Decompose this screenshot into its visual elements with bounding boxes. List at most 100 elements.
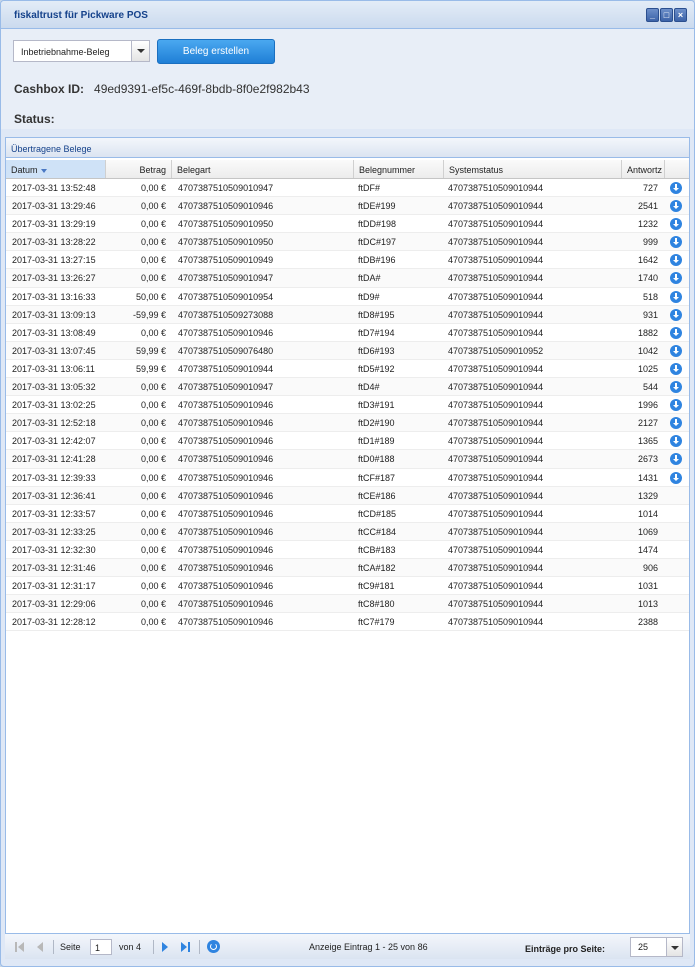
window-controls: _ □ × (646, 8, 687, 22)
close-icon[interactable]: × (674, 8, 687, 22)
cell-type: 4707387510509076480 (178, 345, 274, 356)
cell-type: 4707387510509010946 (178, 526, 274, 537)
table-row[interactable]: 2017-03-31 12:41:28 0,00 € 470738751050901… (6, 450, 689, 469)
download-icon[interactable] (670, 381, 682, 394)
cell-amount: 0,00 € (140, 436, 166, 447)
refresh-icon[interactable] (207, 940, 220, 953)
cell-type: 4707387510509010954 (178, 291, 274, 302)
table-row[interactable]: 2017-03-31 12:42:07 0,00 € 470738751050901… (6, 432, 689, 451)
column-header-system[interactable]: Systemstatus (444, 160, 622, 178)
create-receipt-button[interactable]: Beleg erstellen (157, 39, 275, 64)
table-row[interactable]: 2017-03-31 12:32:30 0,00 € 470738751050901… (6, 541, 689, 559)
cell-amount: -59,99 € (132, 309, 166, 320)
column-header-date[interactable]: Datum (6, 160, 106, 178)
cell-system: 4707387510509010944 (448, 472, 544, 483)
download-icon[interactable] (670, 236, 682, 249)
table-row[interactable]: 2017-03-31 13:06:11 59,99 € 47073875105090… (6, 360, 689, 379)
cell-system: 4707387510509010944 (448, 291, 544, 302)
download-icon[interactable] (670, 182, 682, 194)
cell-system: 4707387510509010944 (448, 526, 544, 537)
table-row[interactable]: 2017-03-31 12:33:57 0,00 € 470738751050901… (6, 505, 689, 523)
table-row[interactable]: 2017-03-31 12:31:46 0,00 € 470738751050901… (6, 558, 689, 578)
table-row[interactable]: 2017-03-31 13:08:49 0,00 € 470738751050901… (6, 324, 689, 342)
download-icon[interactable] (670, 290, 682, 303)
table-row[interactable]: 2017-03-31 13:28:22 0,00 € 470738751050901… (6, 233, 689, 252)
cell-number: ftD3#191 (358, 400, 395, 411)
table-row[interactable]: 2017-03-31 12:31:17 0,00 € 470738751050901… (6, 577, 689, 596)
page-number-input[interactable]: 1 (90, 939, 112, 955)
download-icon[interactable] (670, 200, 682, 213)
cell-system: 4707387510509010944 (448, 544, 544, 555)
table-row[interactable]: 2017-03-31 12:52:18 0,00 € 470738751050901… (6, 414, 689, 433)
grid-header: Datum Betrag Belegart Belegnummer System… (6, 160, 689, 179)
column-header-date-label: Datum (11, 165, 38, 175)
pagination-bar: Seite 1 von 4 Anzeige Eintrag 1 - 25 von… (5, 933, 690, 959)
maximize-icon[interactable]: □ (660, 8, 673, 22)
column-header-amount[interactable]: Betrag (106, 160, 172, 178)
per-page-label: Einträge pro Seite: (525, 944, 606, 954)
chevron-down-icon[interactable] (666, 938, 682, 956)
chevron-down-icon[interactable] (131, 41, 149, 61)
column-header-number[interactable]: Belegnummer (354, 160, 444, 178)
cell-date: 2017-03-31 12:41:28 (12, 454, 96, 465)
download-icon[interactable] (670, 417, 682, 430)
table-row[interactable]: 2017-03-31 13:02:25 0,00 € 470738751050901… (6, 396, 689, 415)
table-row[interactable]: 2017-03-31 13:27:15 0,00 € 470738751050901… (6, 251, 689, 270)
separator (53, 940, 54, 954)
table-row[interactable]: 2017-03-31 13:16:33 50,00 € 47073875105090… (6, 288, 689, 306)
minimize-icon[interactable]: _ (646, 8, 659, 22)
table-row[interactable]: 2017-03-31 13:26:27 0,00 € 470738751050901… (6, 269, 689, 288)
download-icon[interactable] (670, 272, 682, 285)
download-icon[interactable] (670, 453, 682, 466)
cell-number: ftDD#198 (358, 219, 397, 230)
cell-type: 4707387510509010946 (178, 327, 274, 338)
download-icon[interactable] (670, 435, 682, 448)
cell-number: ftCD#185 (358, 508, 397, 519)
cell-system: 4707387510509010944 (448, 363, 544, 374)
table-row[interactable]: 2017-03-31 13:29:19 0,00 € 470738751050901… (6, 215, 689, 234)
cell-response: 1642 (637, 255, 658, 266)
download-icon[interactable] (670, 254, 682, 267)
per-page-select[interactable]: 25 (630, 937, 683, 957)
table-row[interactable]: 2017-03-31 13:07:45 59,99 € 47073875105090… (6, 341, 689, 360)
cell-number: ftD4# (358, 382, 380, 393)
cell-date: 2017-03-31 13:07:45 (12, 345, 96, 356)
cell-type: 4707387510509010946 (178, 508, 274, 519)
download-icon[interactable] (670, 218, 682, 231)
table-row[interactable]: 2017-03-31 13:09:13 -59,99 € 4707387510509… (6, 305, 689, 324)
next-page-icon[interactable] (162, 942, 172, 952)
table-row[interactable]: 2017-03-31 12:33:25 0,00 € 470738751050901… (6, 522, 689, 541)
cell-number: ftDB#196 (358, 255, 396, 266)
table-row[interactable]: 2017-03-31 13:05:32 0,00 € 470738751050901… (6, 378, 689, 397)
download-icon[interactable] (670, 344, 682, 357)
cell-response: 1996 (637, 400, 658, 411)
table-row[interactable]: 2017-03-31 13:52:48 0,00 € 470738751050901… (6, 179, 689, 198)
table-row[interactable]: 2017-03-31 13:29:46 0,00 € 470738751050901… (6, 197, 689, 216)
cell-number: ftC7#179 (358, 617, 395, 628)
cell-response: 1232 (637, 219, 658, 230)
download-icon[interactable] (670, 362, 682, 375)
prev-page-icon[interactable] (37, 942, 47, 952)
table-row[interactable]: 2017-03-31 12:28:12 0,00 € 470738751050901… (6, 613, 689, 632)
cell-type: 4707387510509010947 (178, 273, 274, 284)
download-icon[interactable] (670, 308, 682, 321)
cell-system: 4707387510509010944 (448, 327, 544, 338)
cell-date: 2017-03-31 13:16:33 (12, 291, 96, 302)
cell-system: 4707387510509010944 (448, 183, 544, 193)
cell-amount: 0,00 € (140, 237, 166, 248)
table-row[interactable]: 2017-03-31 12:36:41 0,00 € 470738751050901… (6, 486, 689, 505)
cell-response: 1025 (637, 363, 658, 374)
download-icon[interactable] (670, 399, 682, 412)
cell-date: 2017-03-31 13:05:32 (12, 382, 96, 393)
last-page-icon[interactable] (181, 942, 191, 952)
download-icon[interactable] (670, 471, 682, 484)
column-header-response[interactable]: Antwortz (622, 160, 665, 178)
receipt-type-select[interactable]: Inbetriebnahme-Beleg (13, 40, 150, 62)
download-icon[interactable] (670, 326, 682, 339)
first-page-icon[interactable] (15, 942, 25, 952)
cell-amount: 0,00 € (140, 382, 166, 393)
table-row[interactable]: 2017-03-31 12:39:33 0,00 € 470738751050901… (6, 469, 689, 487)
column-header-action (665, 160, 689, 178)
table-row[interactable]: 2017-03-31 12:29:06 0,00 € 470738751050901… (6, 595, 689, 614)
column-header-type[interactable]: Belegart (172, 160, 354, 178)
